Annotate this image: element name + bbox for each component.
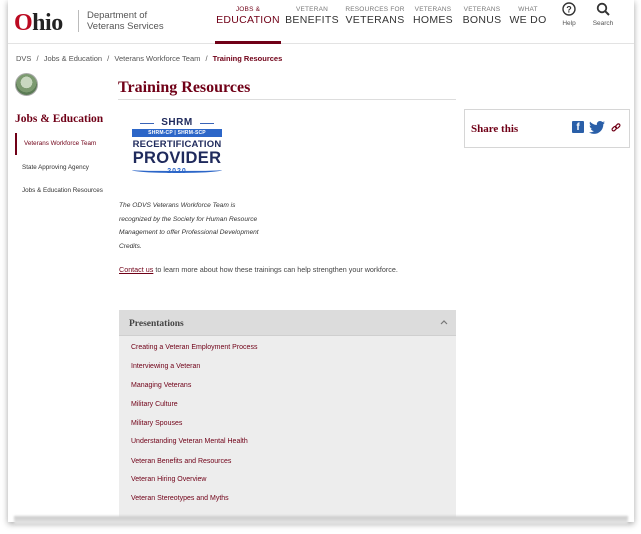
breadcrumb-separator: /: [36, 54, 39, 63]
title-divider: [118, 99, 456, 100]
accordion-title: Presentations: [129, 319, 184, 329]
contact-us-link[interactable]: Contact us: [119, 265, 153, 274]
svg-text:?: ?: [566, 5, 572, 15]
share-box: Share this f: [464, 109, 630, 148]
search-icon: [590, 2, 616, 20]
help-icon: ?: [558, 2, 580, 20]
accordion-header[interactable]: Presentations: [119, 310, 456, 336]
nav-big: VETERANS: [345, 14, 405, 26]
breadcrumb-veterans-workforce-team[interactable]: Veterans Workforce Team: [114, 54, 200, 63]
search-button[interactable]: Search: [590, 2, 616, 27]
share-label: Share this: [471, 123, 519, 135]
page-title: Training Resources: [118, 79, 251, 96]
presentation-link[interactable]: Veteran Stereotypes and Myths: [131, 495, 229, 502]
nav-veterans-bonus[interactable]: VETERANS BONUS: [460, 6, 504, 26]
badge-line-right: [200, 123, 214, 124]
presentation-link[interactable]: Military Spouses: [131, 420, 182, 427]
contact-rest-text: to learn more about how these trainings …: [153, 265, 398, 274]
sidebar-item-jobs-education-resources[interactable]: Jobs & Education Resources: [15, 187, 115, 194]
presentation-link[interactable]: Understanding Veteran Mental Health: [131, 438, 248, 445]
breadcrumb-separator: /: [205, 54, 208, 63]
presentations-accordion: Presentations Creating a Veteran Employm…: [119, 310, 456, 522]
site-header: Ohio Department of Veterans Services JOB…: [8, 0, 634, 44]
chevron-up-icon[interactable]: [440, 317, 448, 327]
presentation-link[interactable]: Military Culture: [131, 401, 178, 408]
page-shadow: [14, 516, 628, 524]
presentation-link[interactable]: Creating a Veteran Employment Process: [131, 344, 257, 351]
breadcrumb-current: Training Resources: [212, 54, 283, 63]
nav-small: VETERANS: [463, 6, 501, 13]
badge-provider: PROVIDER: [132, 149, 222, 167]
nav-small: WHAT: [518, 6, 538, 13]
nav-small: RESOURCES FOR: [345, 6, 405, 13]
breadcrumb: DVS / Jobs & Education / Veterans Workfo…: [16, 54, 285, 63]
sidebar-item-veterans-workforce-team[interactable]: Veterans Workforce Team: [15, 133, 115, 155]
nav-veterans-homes[interactable]: VETERANS HOMES: [411, 6, 455, 26]
breadcrumb-separator: /: [107, 54, 110, 63]
nav-veteran-benefits[interactable]: VETERAN BENEFITS: [285, 6, 339, 26]
badge-line-left: [140, 123, 154, 124]
department-name[interactable]: Department of Veterans Services: [78, 10, 168, 32]
shrm-provider-badge: SHRM SHRM-CP | SHRM-SCP RECERTIFICATION …: [126, 117, 228, 189]
breadcrumb-jobs-education[interactable]: Jobs & Education: [44, 54, 102, 63]
sidebar-item-state-approving-agency[interactable]: State Approving Agency: [15, 164, 115, 171]
link-icon[interactable]: [611, 123, 621, 136]
logo-o: O: [14, 10, 33, 36]
twitter-icon[interactable]: [589, 121, 605, 137]
nav-big: HOMES: [412, 14, 453, 26]
nav-what-we-do[interactable]: WHAT WE DO: [508, 6, 548, 26]
section-avatar: [15, 73, 38, 96]
nav-big: BENEFITS: [285, 14, 339, 26]
help-label: Help: [562, 20, 576, 27]
facebook-icon[interactable]: f: [572, 121, 584, 133]
nav-small: VETERAN: [295, 6, 329, 13]
nav-big: WE DO: [509, 14, 547, 26]
help-button[interactable]: ? Help: [558, 2, 580, 27]
nav-big: EDUCATION: [216, 14, 280, 26]
presentation-link[interactable]: Managing Veterans: [131, 382, 191, 389]
dept-line-1: Department of: [87, 10, 148, 21]
contact-paragraph: Contact us to learn more about how these…: [119, 265, 398, 274]
nav-big: BONUS: [462, 14, 502, 26]
nav-resources-for-veterans[interactable]: RESOURCES FOR VETERANS: [344, 6, 406, 26]
sidebar-title[interactable]: Jobs & Education: [15, 113, 103, 125]
nav-small: VETERANS: [414, 6, 452, 13]
browser-page: Ohio Department of Veterans Services JOB…: [8, 0, 634, 522]
presentation-link[interactable]: Veteran Hiring Overview: [131, 476, 206, 483]
nav-jobs-education[interactable]: JOBS & EDUCATION: [215, 6, 281, 44]
dept-line-2: Veterans Services: [87, 21, 164, 32]
breadcrumb-dvs[interactable]: DVS: [16, 54, 31, 63]
description-text: The ODVS Veterans Workforce Team is reco…: [119, 202, 259, 250]
presentation-link[interactable]: Interviewing a Veteran: [131, 363, 200, 370]
nav-small: JOBS &: [235, 6, 261, 13]
badge-certs: SHRM-CP | SHRM-SCP: [132, 129, 222, 137]
search-label: Search: [592, 20, 614, 27]
badge-year: 2020: [167, 168, 187, 175]
logo-rest: hio: [32, 10, 63, 36]
ohio-logo[interactable]: Ohio: [14, 10, 63, 37]
presentation-link[interactable]: Veteran Benefits and Resources: [131, 458, 231, 465]
